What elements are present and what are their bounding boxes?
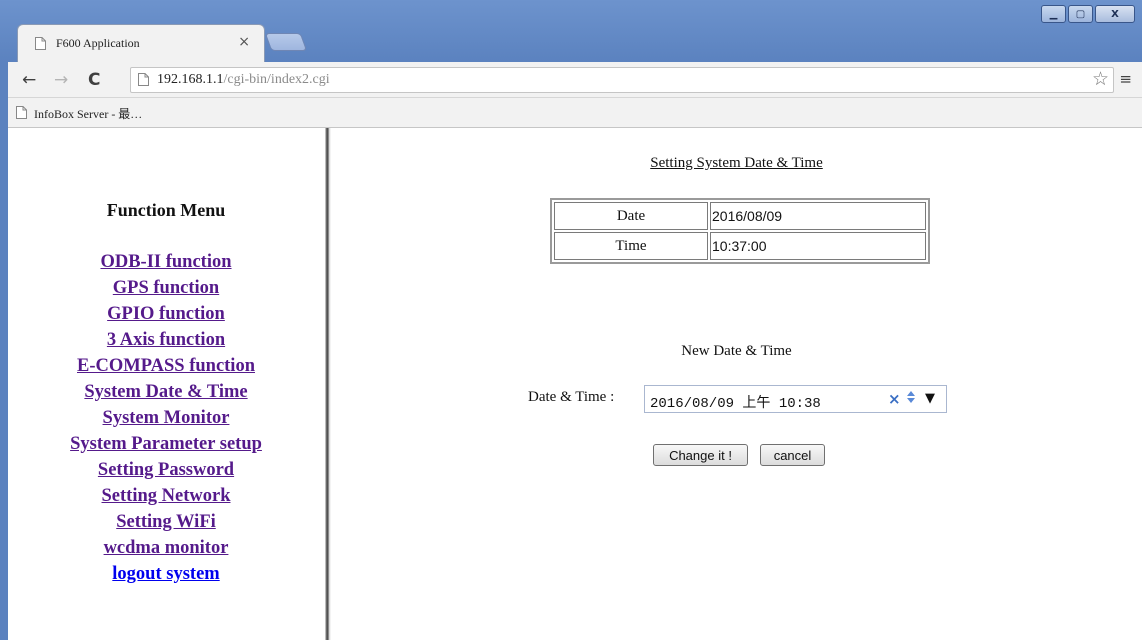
page-icon [35,37,46,50]
menu-item: 3 Axis function [8,328,324,354]
date-value: 2016/08/09 [710,202,926,230]
address-bar[interactable]: 192.168.1.1/cgi-bin/index2.cgi ☆ [130,67,1114,93]
current-datetime-table: Date 2016/08/09 Time 10:37:00 [550,198,930,264]
menu-item: Setting Network [8,484,324,510]
page-title: Setting System Date & Time [650,155,823,171]
menu-frame: Function Menu ODB-II function GPS functi… [8,128,324,640]
menu-link-setting-network[interactable]: Setting Network [102,486,231,506]
browser-title-bar: ▁ ▢ X F600 Application × [0,0,1142,62]
spin-up-icon[interactable] [907,391,915,396]
datetime-field-label: Date & Time : [528,389,615,405]
spin-down-icon[interactable] [907,398,915,403]
tab-close-icon[interactable]: × [238,34,250,50]
chrome-menu-icon[interactable]: ≡ [1119,70,1132,88]
browser-toolbar: ← → C 192.168.1.1/cgi-bin/index2.cgi ☆ ≡ [8,62,1142,98]
change-it-button[interactable]: Change it ! [653,444,748,466]
close-window-button[interactable]: X [1095,5,1135,23]
dropdown-arrow-icon[interactable]: ▼ [925,391,935,406]
time-value: 10:37:00 [710,232,926,260]
maximize-icon: ▢ [1075,8,1086,20]
table-row: Date 2016/08/09 [554,202,926,230]
new-tab-button[interactable] [264,33,308,51]
url-path: /cgi-bin/index2.cgi [223,72,330,87]
menu-link-gps[interactable]: GPS function [113,278,219,298]
menu-link-3-axis[interactable]: 3 Axis function [107,330,225,350]
menu-item: System Date & Time [8,380,324,406]
menu-link-system-parameter[interactable]: System Parameter setup [70,434,262,454]
menu-item: E-COMPASS function [8,354,324,380]
spinner-icon[interactable] [906,389,916,409]
window-border [0,62,8,640]
reload-icon[interactable]: C [88,70,100,90]
frame-splitter[interactable] [324,128,331,640]
menu-item: System Monitor [8,406,324,432]
forward-icon[interactable]: → [54,70,68,90]
cancel-button[interactable]: cancel [760,444,825,466]
content-frame: Setting System Date & Time Date 2016/08/… [331,128,1142,640]
menu-link-logout[interactable]: logout system [112,564,219,584]
menu-link-system-date-time[interactable]: System Date & Time [84,382,247,402]
menu-item: System Parameter setup [8,432,324,458]
date-label: Date [554,202,708,230]
menu-link-setting-wifi[interactable]: Setting WiFi [116,512,216,532]
menu-link-e-compass[interactable]: E-COMPASS function [77,356,255,376]
datetime-input[interactable]: 2016/08/09 上午 10:38 × ▼ [644,385,947,413]
menu-title: Function Menu [106,200,226,220]
table-row: Time 10:37:00 [554,232,926,260]
page-icon [138,73,149,86]
menu-item: Setting WiFi [8,510,324,536]
tab-title: F600 Application [56,36,140,50]
menu-link-setting-password[interactable]: Setting Password [98,460,234,480]
maximize-button[interactable]: ▢ [1068,5,1093,23]
bookmarks-bar: InfoBox Server - 最… [8,98,1142,128]
menu-item: logout system [8,562,324,588]
menu-link-gpio[interactable]: GPIO function [107,304,225,324]
clear-icon[interactable]: × [888,390,901,408]
datetime-input-value: 2016/08/09 上午 10:38 [650,396,821,412]
browser-tab[interactable]: F600 Application × [17,24,265,62]
close-icon: X [1111,8,1119,20]
bookmark-item[interactable]: InfoBox Server - 最… [34,105,142,122]
new-datetime-title: New Date & Time [681,343,792,359]
url-text: 192.168.1.1/cgi-bin/index2.cgi [157,72,330,88]
menu-item: Setting Password [8,458,324,484]
bookmark-star-icon[interactable]: ☆ [1092,68,1109,90]
time-label: Time [554,232,708,260]
menu-link-odb-ii[interactable]: ODB-II function [100,252,231,272]
page-icon [16,106,27,119]
menu-item: GPIO function [8,302,324,328]
back-icon[interactable]: ← [22,70,36,90]
minimize-icon: ▁ [1049,8,1058,20]
function-menu: ODB-II function GPS function GPIO functi… [8,250,324,588]
menu-item: wcdma monitor [8,536,324,562]
menu-link-system-monitor[interactable]: System Monitor [103,408,230,428]
url-host: 192.168.1.1 [157,72,224,87]
menu-item: ODB-II function [8,250,324,276]
window-controls: ▁ ▢ X [1041,5,1135,23]
menu-item: GPS function [8,276,324,302]
menu-link-wcdma-monitor[interactable]: wcdma monitor [104,538,229,558]
minimize-button[interactable]: ▁ [1041,5,1066,23]
